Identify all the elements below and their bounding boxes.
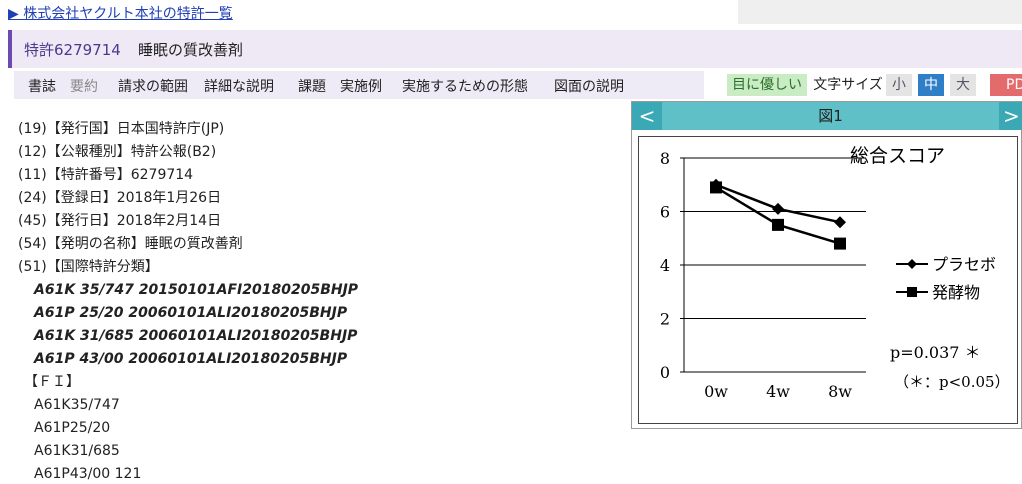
- y-tick-label: 2: [660, 310, 670, 329]
- fi-code: A61K35/747: [34, 397, 120, 413]
- font-size-label: 文字サイズ: [813, 77, 883, 93]
- patent-name: 睡眠の質改善剤: [138, 41, 244, 59]
- patent-number: 特許6279714: [24, 41, 121, 59]
- figure-header: 図1 < >: [632, 102, 1022, 130]
- fi-code: A61P25/20: [34, 420, 111, 436]
- ipc-code: A61P 25/20 20060101ALI20180205BHJP: [34, 305, 348, 321]
- ipc-code: A61P 43/00 20060101ALI20180205BHJP: [34, 351, 348, 367]
- bibliographic-info: (19)【発行国】日本国特許庁(JP) (12)【公報種別】特許公報(B2) (…: [18, 118, 358, 484]
- data-point-placebo: [834, 216, 846, 229]
- issuing-country: (19)【発行国】日本国特許庁(JP): [18, 121, 225, 137]
- p-value-annotation: p=0.037 ＊: [890, 343, 981, 362]
- fi-code: A61K31/685: [34, 443, 120, 459]
- y-tick-label: 8: [660, 149, 670, 168]
- section-nav: 書誌 要約 請求の範囲 詳細な説明 課題 実施例 実施するための形態 図面の説明: [14, 71, 704, 99]
- y-tick-label: 0: [660, 363, 670, 382]
- pdf-button[interactable]: PD: [990, 74, 1022, 96]
- x-tick-label: 8w: [828, 382, 852, 401]
- x-tick-label: 0w: [704, 382, 728, 401]
- publication-type: (12)【公報種別】特許公報(B2): [18, 144, 217, 160]
- top-right-blank-area: [738, 0, 1022, 24]
- nav-detailed-description[interactable]: 詳細な説明: [204, 76, 274, 96]
- figure-viewer: 図1 < > 0 2 4 6 8 0w 4w 8w 総合スコア プラセボ 発酵物 p=0.03…: [631, 101, 1022, 429]
- font-size-small-button[interactable]: 小: [886, 74, 912, 96]
- data-point-fermented: [834, 237, 846, 250]
- font-size-large-button[interactable]: 大: [950, 74, 976, 96]
- fi-code: A61P43/00 121: [34, 466, 142, 482]
- issue-date: (45)【発行日】2018年2月14日: [18, 213, 222, 229]
- data-point-fermented: [772, 218, 784, 231]
- legend-label-placebo: プラセボ: [932, 255, 996, 274]
- ipc-heading: (51)【国際特許分類】: [18, 259, 159, 275]
- invention-title: (54)【発明の名称】睡眠の質改善剤: [18, 236, 243, 252]
- previous-figure-button[interactable]: <: [632, 102, 662, 130]
- nav-problem[interactable]: 課題: [298, 76, 326, 96]
- chart-title: 総合スコア: [850, 145, 945, 167]
- figure-image: 0 2 4 6 8 0w 4w 8w 総合スコア プラセボ 発酵物 p=0.037 ＊ （＊：…: [638, 136, 1018, 424]
- x-tick-label: 4w: [766, 382, 790, 401]
- nav-embodiments[interactable]: 実施するための形態: [402, 76, 528, 96]
- eye-friendly-button[interactable]: 目に優しい: [727, 74, 807, 96]
- significance-note: （＊：p<0.05）: [894, 373, 1010, 391]
- patent-number-field: (11)【特許番号】6279714: [18, 167, 194, 183]
- figure-title: 図1: [818, 107, 843, 125]
- y-tick-label: 4: [660, 256, 670, 275]
- y-tick-label: 6: [660, 203, 670, 222]
- company-patent-list-link[interactable]: ▶ 株式会社ヤクルト本社の特許一覧: [8, 3, 233, 23]
- nav-examples[interactable]: 実施例: [340, 76, 382, 96]
- series-line-fermented: [715, 186, 841, 245]
- data-point-fermented: [710, 181, 722, 194]
- ipc-code: A61K 35/747 20150101AFI20180205BHJP: [34, 282, 359, 298]
- nav-bibliography[interactable]: 書誌: [28, 76, 56, 96]
- fi-heading: 【ＦＩ】: [24, 374, 80, 390]
- registration-date: (24)【登録日】2018年1月26日: [18, 190, 222, 206]
- patent-title-bar: 特許6279714 睡眠の質改善剤: [8, 30, 1022, 68]
- nav-claims[interactable]: 請求の範囲: [118, 76, 188, 96]
- ipc-code: A61K 31/685 20060101ALI20180205BHJP: [34, 328, 358, 344]
- square-marker-icon: [907, 287, 917, 297]
- score-line-chart: 0 2 4 6 8 0w 4w 8w 総合スコア プラセボ 発酵物 p=0.037 ＊ （＊：…: [638, 136, 1018, 424]
- nav-abstract[interactable]: 要約: [70, 76, 98, 96]
- legend-label-fermented: 発酵物: [932, 283, 980, 302]
- diamond-marker-icon: [907, 259, 917, 269]
- data-point-placebo: [772, 202, 784, 215]
- nav-drawing-description[interactable]: 図面の説明: [554, 76, 624, 96]
- next-figure-button[interactable]: >: [999, 102, 1022, 130]
- font-size-medium-button[interactable]: 中: [918, 74, 944, 96]
